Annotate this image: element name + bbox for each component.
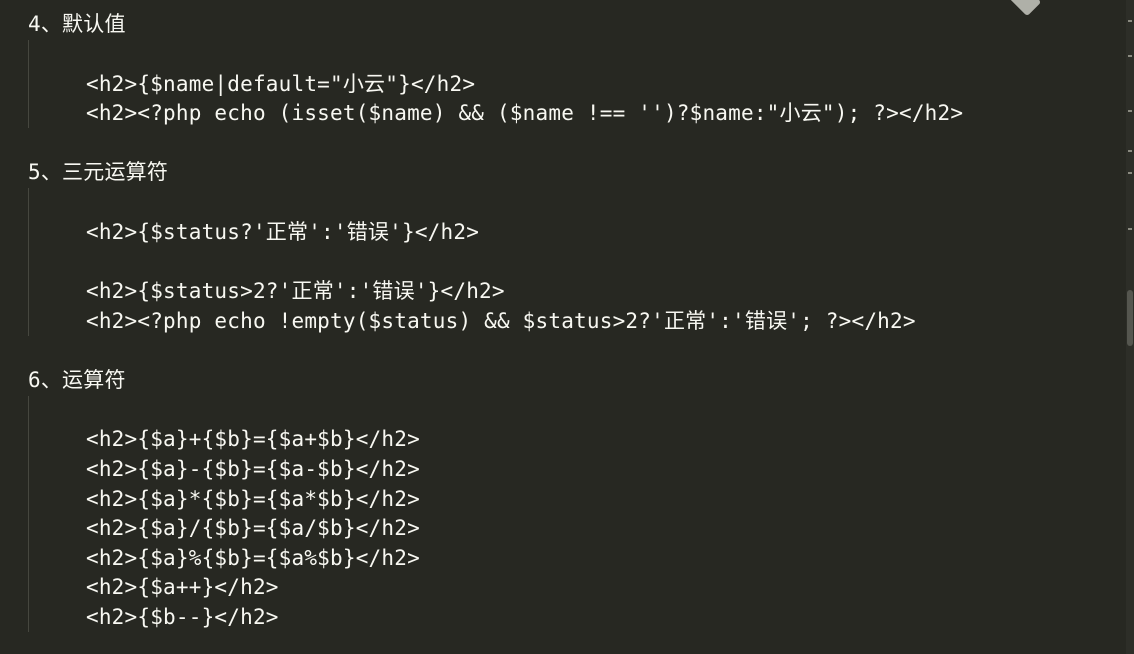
section-heading: 6、运算符 xyxy=(28,368,126,392)
vertical-scrollbar[interactable] xyxy=(1126,0,1134,654)
indent-guide xyxy=(28,40,29,128)
indent-guide xyxy=(28,188,29,336)
code-line: <h2><?php echo (isset($name) && ($name !… xyxy=(86,101,964,125)
code-line: <h2><?php echo !empty($status) && $statu… xyxy=(86,309,916,333)
code-editor[interactable]: 4、默认值 <h2>{$name|default="小云"}</h2> <h2>… xyxy=(0,0,1126,654)
code-line: <h2>{$status?'正常':'错误'}</h2> xyxy=(86,220,480,244)
code-line: <h2>{$a}+{$b}={$a+$b}</h2> xyxy=(86,427,420,451)
scroll-marker xyxy=(1128,172,1132,174)
section-heading: 5、三元运算符 xyxy=(28,160,169,184)
scroll-marker xyxy=(1128,228,1132,230)
scroll-marker xyxy=(1128,110,1132,112)
code-line: <h2>{$a}/{$b}={$a/$b}</h2> xyxy=(86,516,420,540)
scroll-marker xyxy=(1128,150,1132,152)
scrollbar-thumb[interactable] xyxy=(1127,290,1133,346)
section-heading: 4、默认值 xyxy=(28,12,126,36)
code-line: <h2>{$status>2?'正常':'错误'}</h2> xyxy=(86,279,505,303)
code-line: <h2>{$a}-{$b}={$a-$b}</h2> xyxy=(86,457,420,481)
code-line: <h2>{$a}*{$b}={$a*$b}</h2> xyxy=(86,487,420,511)
scroll-marker xyxy=(1128,55,1132,57)
code-line: <h2>{$name|default="小云"}</h2> xyxy=(86,72,476,96)
code-line: <h2>{$b--}</h2> xyxy=(86,605,279,629)
scroll-marker xyxy=(1128,20,1132,22)
indent-guide xyxy=(28,396,29,632)
code-line: <h2>{$a++}</h2> xyxy=(86,575,279,599)
code-line: <h2>{$a}%{$b}={$a%$b}</h2> xyxy=(86,546,420,570)
